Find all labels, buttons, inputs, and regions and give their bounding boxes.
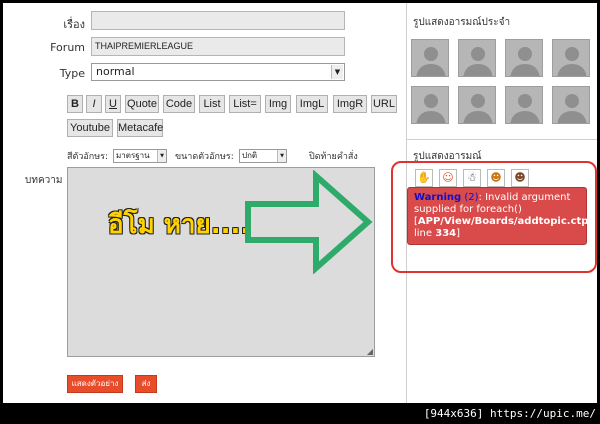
- avatar[interactable]: [411, 39, 449, 77]
- list-button[interactable]: List: [199, 95, 225, 113]
- youtube-button[interactable]: Youtube: [67, 119, 113, 137]
- forum-field: THAIPREMIERLEAGUE: [91, 37, 345, 56]
- font-color-label: สีตัวอักษร:: [67, 152, 109, 162]
- type-select-value: normal: [96, 65, 135, 78]
- metacafe-button[interactable]: Metacafe: [117, 119, 163, 137]
- preview-button[interactable]: แสดงตัวอย่าง: [67, 375, 123, 393]
- avatar[interactable]: [552, 86, 590, 124]
- avatar[interactable]: [411, 86, 449, 124]
- font-size-label: ขนาดตัวอักษร:: [175, 152, 234, 162]
- emoticon-figure-icon[interactable]: ☃: [463, 169, 481, 187]
- subject-input[interactable]: [91, 11, 345, 30]
- warning-title: Warning: [414, 192, 462, 203]
- page-frame: เรื่อง Forum THAIPREMIERLEAGUE Type norm…: [3, 3, 597, 403]
- underline-button[interactable]: U: [105, 95, 121, 113]
- forum-label: Forum: [50, 41, 85, 54]
- content-textarea[interactable]: อีโม หาย.... ◢: [67, 167, 375, 357]
- emoticon-hand-icon[interactable]: ✋: [415, 169, 433, 187]
- font-size-select[interactable]: ปกติ ▼: [239, 149, 287, 163]
- avatar[interactable]: [505, 86, 543, 124]
- warning-path: APP/View/Boards/addtopic.ctp: [417, 216, 589, 227]
- emoticon-girl-icon[interactable]: ☻: [511, 169, 529, 187]
- warning-box: Warning (2): Invalid argument supplied f…: [407, 187, 592, 245]
- avatar[interactable]: [458, 39, 496, 77]
- bold-button[interactable]: B: [67, 95, 83, 113]
- type-label: Type: [59, 67, 85, 80]
- subject-label: เรื่อง: [63, 18, 85, 31]
- list-ordered-button[interactable]: List=: [229, 95, 261, 113]
- emoticon-monkey-icon[interactable]: ☻: [487, 169, 505, 187]
- warning-line-number: 334: [435, 228, 457, 239]
- avatar[interactable]: [552, 39, 590, 77]
- content-label: บทความ: [25, 175, 63, 186]
- regular-emoticons-heading: รูปแสดงอารมณ์ประจำ: [413, 17, 511, 28]
- url-button[interactable]: URL: [371, 95, 397, 113]
- sidebar-divider-horizontal: [406, 139, 597, 140]
- font-color-select[interactable]: มาตรฐาน ▼: [113, 149, 167, 163]
- emoticon-smile-icon[interactable]: ☺: [439, 169, 457, 187]
- arrow-right-icon: [245, 170, 373, 274]
- imgr-button[interactable]: ImgR: [333, 95, 367, 113]
- avatar[interactable]: [505, 39, 543, 77]
- img-button[interactable]: Img: [265, 95, 291, 113]
- overlay-caption: อีโม หาย....: [108, 210, 251, 240]
- chevron-down-icon: ▼: [331, 65, 343, 79]
- imgl-button[interactable]: ImgL: [296, 95, 328, 113]
- italic-button[interactable]: I: [86, 95, 102, 113]
- resize-handle-icon[interactable]: ◢: [367, 347, 373, 356]
- type-select[interactable]: normal ▼: [91, 63, 345, 81]
- font-size-value: ปกติ: [242, 151, 258, 160]
- quote-button[interactable]: Quote: [125, 95, 159, 113]
- chevron-down-icon: ▼: [277, 150, 286, 162]
- chevron-down-icon: ▼: [157, 150, 166, 162]
- warning-code: (2): [464, 192, 479, 203]
- font-color-value: มาตรฐาน: [116, 151, 150, 160]
- avatar[interactable]: [458, 86, 496, 124]
- watermark: [944x636] https://upic.me/: [423, 407, 596, 420]
- code-button[interactable]: Code: [163, 95, 195, 113]
- close-tags-link[interactable]: ปิดท้ายคำสั่ง: [309, 149, 358, 163]
- submit-button[interactable]: ส่ง: [135, 375, 157, 393]
